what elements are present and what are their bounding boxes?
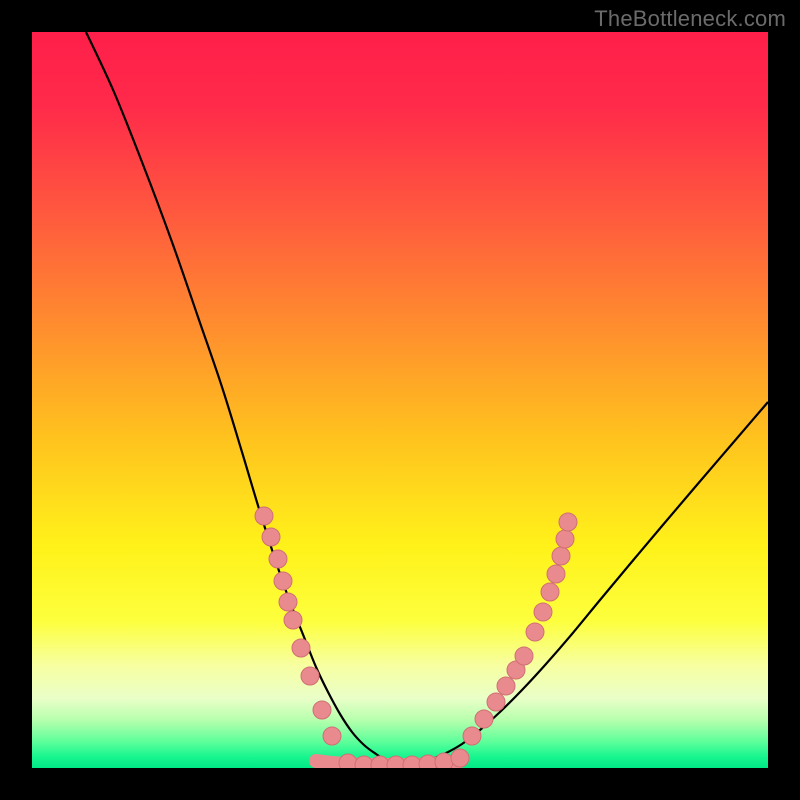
data-dot	[547, 565, 565, 583]
data-dot	[279, 593, 297, 611]
left-curve	[86, 32, 397, 763]
plot-area	[32, 32, 768, 768]
data-dot	[451, 749, 469, 767]
data-dot	[323, 727, 341, 745]
data-dot	[301, 667, 319, 685]
data-dot	[274, 572, 292, 590]
data-dot	[262, 528, 280, 546]
data-dot	[475, 710, 493, 728]
data-dot	[313, 701, 331, 719]
data-dot	[419, 755, 437, 768]
data-dot	[534, 603, 552, 621]
data-dot	[387, 756, 405, 768]
data-dot	[487, 693, 505, 711]
data-dot	[284, 611, 302, 629]
watermark-text: TheBottleneck.com	[594, 6, 786, 32]
data-dot	[552, 547, 570, 565]
data-dot	[515, 647, 533, 665]
data-dot	[255, 507, 273, 525]
data-dot	[292, 639, 310, 657]
data-dot	[559, 513, 577, 531]
data-dot	[541, 583, 559, 601]
chart-frame: TheBottleneck.com	[0, 0, 800, 800]
right-curve	[397, 402, 768, 763]
data-dot	[556, 530, 574, 548]
data-dot	[371, 756, 389, 768]
data-dot	[435, 753, 453, 768]
data-dot	[269, 550, 287, 568]
data-dot	[463, 727, 481, 745]
curve-layer	[32, 32, 768, 768]
data-dot	[526, 623, 544, 641]
data-dot	[339, 754, 357, 768]
data-dot	[497, 677, 515, 695]
